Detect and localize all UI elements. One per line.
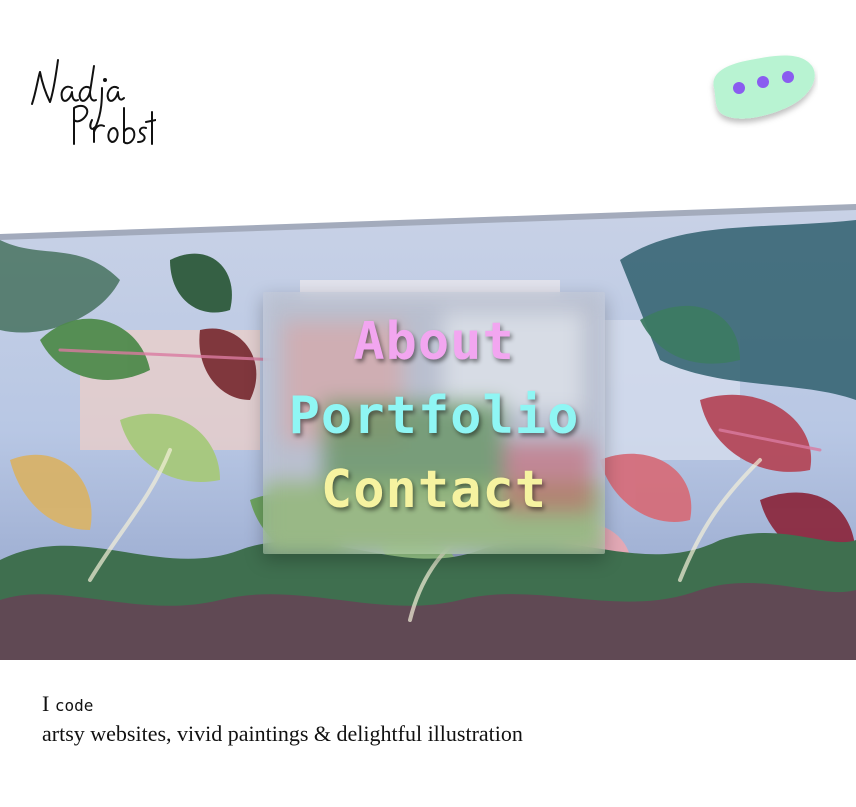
- intro-verb: code: [54, 696, 94, 715]
- logo[interactable]: [28, 52, 156, 152]
- nav-link-contact[interactable]: Contact: [263, 460, 605, 520]
- intro-line-1: I code: [42, 690, 523, 720]
- nav-link-portfolio[interactable]: Portfolio: [263, 386, 605, 446]
- intro-text: I code artsy websites, vivid paintings &…: [42, 690, 523, 748]
- intro-line-2: artsy websites, vivid paintings & deligh…: [42, 721, 523, 746]
- page: About Portfolio Contact I code artsy web…: [0, 0, 856, 807]
- more-dots-icon: [713, 55, 815, 119]
- main-nav: About Portfolio Contact: [263, 292, 605, 554]
- intro-prefix: I: [42, 691, 50, 716]
- signature-logo-icon: [31, 59, 156, 145]
- menu-button[interactable]: [706, 50, 818, 128]
- nav-link-about[interactable]: About: [263, 312, 605, 372]
